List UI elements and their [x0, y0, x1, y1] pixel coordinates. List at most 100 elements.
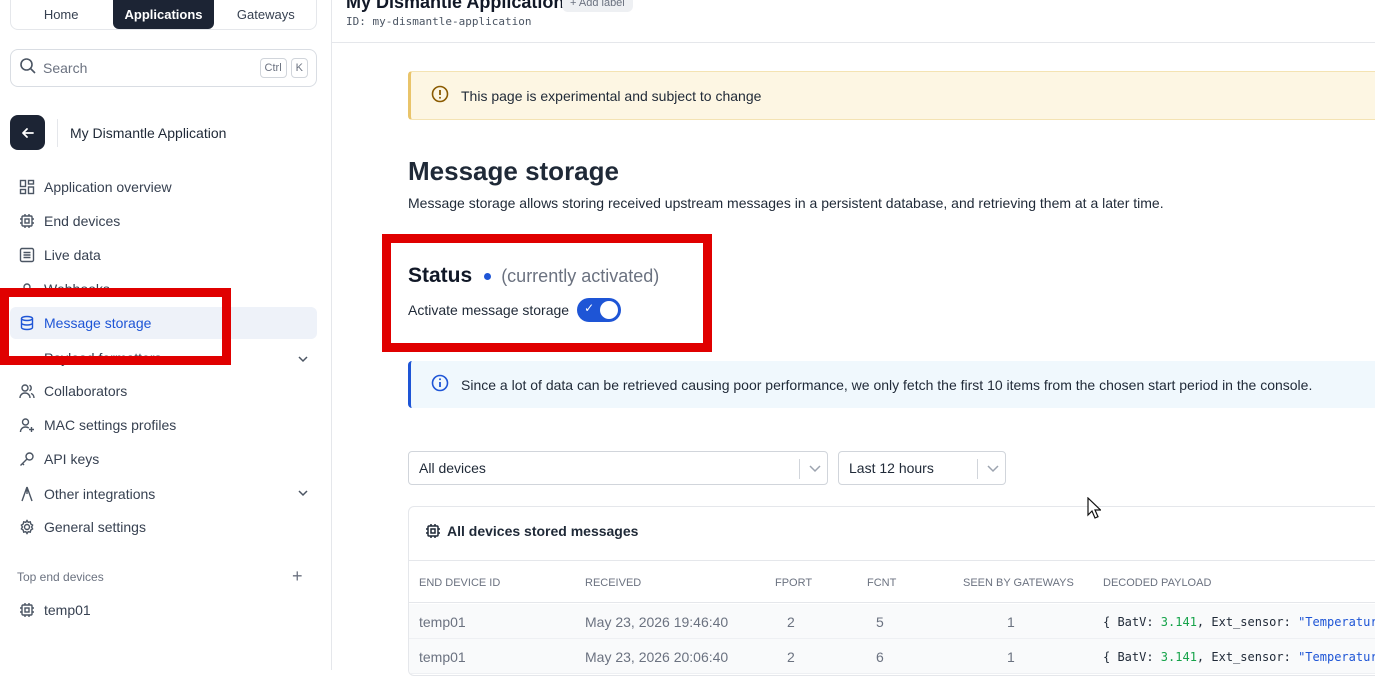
page-title: My Dismantle Application	[346, 0, 565, 12]
table-row[interactable]: temp01 May 23, 2026 20:06:40 2 6 1 { Bat…	[409, 639, 1375, 674]
cell-received: May 23, 2026 20:06:40	[585, 649, 729, 665]
sidebar-item-label: MAC settings profiles	[44, 417, 177, 433]
warning-text: This page is experimental and subject to…	[461, 87, 762, 104]
chip-icon	[18, 601, 36, 619]
cell-gateways: 1	[1007, 649, 1015, 665]
cell-fport: 2	[787, 649, 795, 665]
col-fport[interactable]: FPORT	[775, 577, 812, 589]
cell-fcnt: 6	[876, 649, 884, 665]
app-id: ID: my-dismantle-application	[346, 15, 531, 28]
sidebar-item-label: End devices	[44, 213, 121, 229]
chevron-down-icon	[985, 460, 1001, 479]
header-divider	[332, 42, 1375, 43]
main-content: My Dismantle Application + Add label ID:…	[332, 0, 1375, 676]
info-icon	[431, 374, 449, 395]
payload-str: "Temperatur	[1298, 615, 1375, 629]
cell-fport: 2	[787, 614, 795, 630]
tab-applications[interactable]: Applications	[113, 0, 214, 29]
tab-home[interactable]: Home	[11, 0, 111, 29]
chevron-down-icon	[297, 486, 309, 502]
device-select-value: All devices	[419, 460, 486, 476]
sidebar-device-temp01[interactable]: temp01	[10, 594, 317, 626]
col-fcnt[interactable]: FCNT	[867, 577, 896, 589]
col-received[interactable]: RECEIVED	[585, 577, 641, 589]
highlight-box-status	[382, 234, 712, 352]
period-select[interactable]: Last 12 hours	[838, 451, 1006, 485]
col-decoded-payload[interactable]: DECODED PAYLOAD	[1103, 577, 1211, 589]
cell-payload: { BatV: 3.141, Ext_sensor: "Temperatur	[1103, 615, 1375, 629]
back-button[interactable]	[10, 115, 45, 150]
divider	[57, 118, 58, 147]
key-icon	[18, 450, 36, 468]
cell-device: temp01	[419, 614, 466, 630]
device-select[interactable]: All devices	[408, 451, 828, 485]
sidebar-item-api-keys[interactable]: API keys	[10, 443, 317, 475]
integration-icon	[18, 485, 36, 503]
sidebar-item-mac-settings-profiles[interactable]: MAC settings profiles	[10, 409, 317, 441]
kbd-ctrl: Ctrl	[259, 58, 287, 78]
sidebar-item-label: Live data	[44, 247, 101, 263]
user-plus-icon	[18, 416, 36, 434]
chevron-down-icon	[297, 352, 309, 366]
sidebar-item-collaborators[interactable]: Collaborators	[10, 375, 317, 407]
top-end-devices-title: Top end devices	[17, 570, 104, 584]
sidebar-item-label: General settings	[44, 519, 146, 535]
grid-icon	[18, 178, 36, 196]
list-icon	[18, 246, 36, 264]
table-title: All devices stored messages	[425, 523, 638, 539]
gear-icon	[18, 518, 36, 536]
add-label-text: Add label	[578, 0, 625, 9]
col-seen-by-gateways[interactable]: SEEN BY GATEWAYS	[963, 577, 1074, 589]
users-icon	[18, 382, 36, 400]
sidebar-item-label: Collaborators	[44, 383, 128, 399]
col-end-device-id[interactable]: END DEVICE ID	[419, 577, 500, 589]
sidebar-item-label: temp01	[44, 602, 91, 618]
sidebar-item-live-data[interactable]: Live data	[10, 239, 317, 271]
warning-icon	[431, 85, 449, 106]
chip-icon	[425, 523, 441, 539]
period-select-value: Last 12 hours	[849, 460, 934, 476]
app-id-label: ID:	[346, 15, 366, 28]
info-text: Since a lot of data can be retrieved cau…	[461, 376, 1313, 393]
cell-fcnt: 5	[876, 614, 884, 630]
cell-received: May 23, 2026 19:46:40	[585, 614, 729, 630]
search-placeholder: Search	[43, 60, 88, 76]
sidebar: Home Applications Gateways Search Ctrl K…	[0, 0, 332, 670]
kbd-k: K	[290, 58, 308, 78]
sidebar-item-label: API keys	[44, 451, 100, 467]
stored-messages-table: All devices stored messages END DEVICE I…	[408, 506, 1375, 676]
sidebar-item-application-overview[interactable]: Application overview	[10, 171, 317, 203]
search-input[interactable]: Search Ctrl K	[10, 49, 317, 87]
cell-gateways: 1	[1007, 614, 1015, 630]
table-header: END DEVICE ID RECEIVED FPORT FCNT SEEN B…	[409, 560, 1375, 603]
add-label-button[interactable]: + Add label	[562, 0, 633, 12]
table-row[interactable]: temp01 May 23, 2026 19:46:40 2 5 1 { Bat…	[409, 604, 1375, 639]
sidebar-item-end-devices[interactable]: End devices	[10, 205, 317, 237]
info-notice: Since a lot of data can be retrieved cau…	[408, 361, 1375, 408]
sidebar-item-other-integrations[interactable]: Other integrations	[10, 478, 317, 510]
section-heading: Message storage	[408, 156, 619, 186]
experimental-warning: This page is experimental and subject to…	[408, 71, 1375, 120]
sidebar-item-general-settings[interactable]: General settings	[10, 511, 317, 543]
cell-payload: { BatV: 3.141, Ext_sensor: "Temperatur	[1103, 650, 1375, 664]
payload-num: 3.141	[1160, 615, 1197, 629]
payload-open: { BatV:	[1103, 650, 1161, 664]
arrow-left-icon	[21, 127, 34, 138]
add-device-plus-icon[interactable]: +	[292, 566, 303, 587]
select-divider	[799, 459, 800, 479]
payload-open: { BatV:	[1103, 615, 1161, 629]
chip-icon	[18, 212, 36, 230]
cell-device: temp01	[419, 649, 466, 665]
table-title-text: All devices stored messages	[447, 523, 639, 539]
search-icon	[19, 57, 37, 80]
sidebar-item-label: Other integrations	[44, 486, 156, 502]
chevron-down-icon	[807, 460, 823, 479]
top-tabs: Home Applications Gateways	[10, 0, 317, 30]
payload-num: 3.141	[1160, 650, 1197, 664]
app-header: My Dismantle Application	[10, 115, 226, 150]
tab-gateways[interactable]: Gateways	[216, 0, 316, 29]
mouse-cursor-icon	[1087, 496, 1102, 524]
payload-mid: , Ext_sensor:	[1196, 650, 1299, 664]
select-divider	[977, 459, 978, 479]
highlight-box-message-storage	[0, 288, 231, 365]
